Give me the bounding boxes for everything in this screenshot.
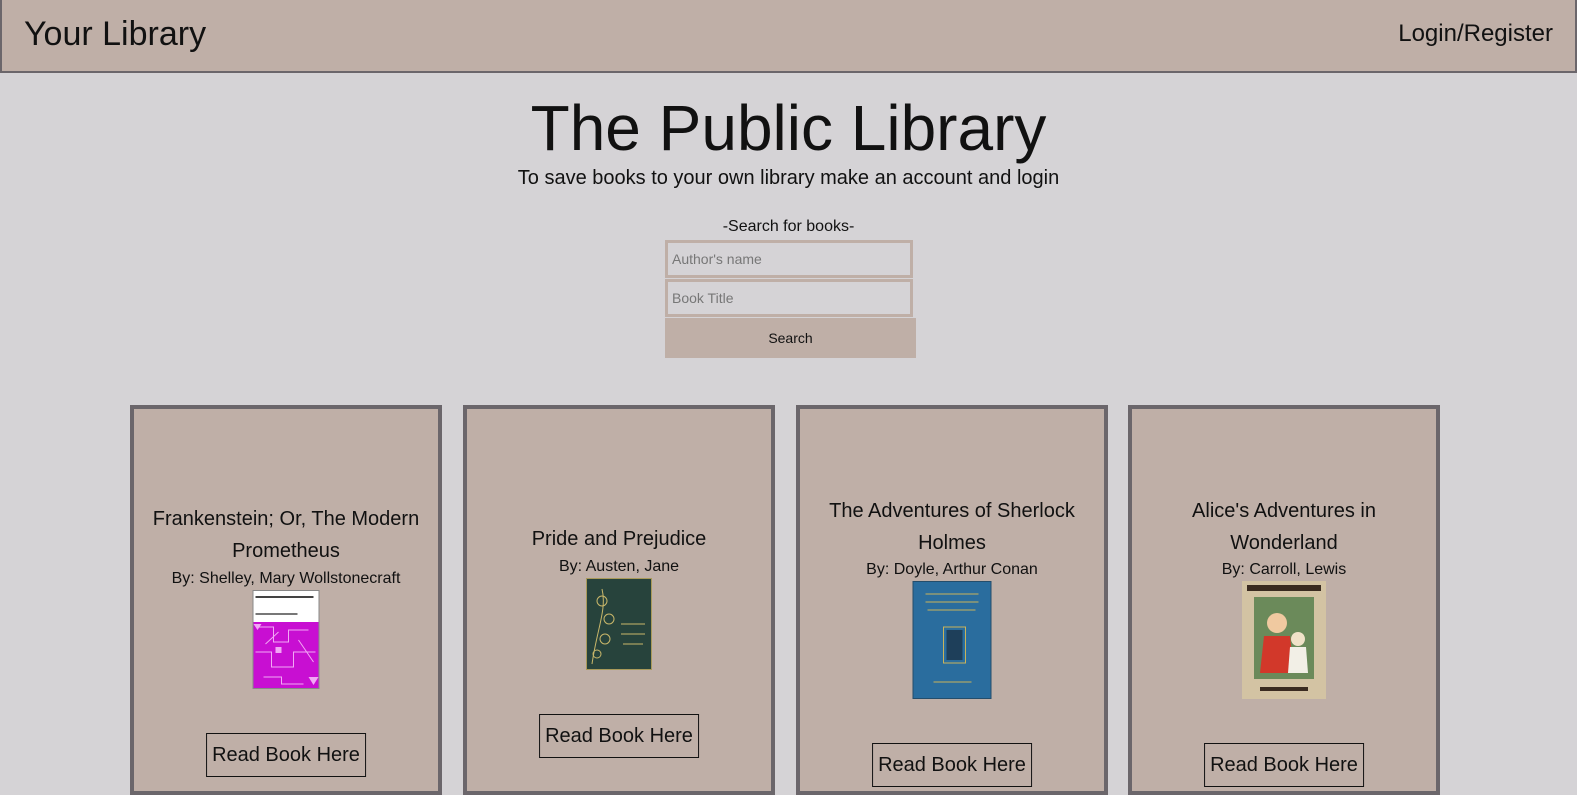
book-card: The Adventures of Sherlock Holmes By: Do… [796, 405, 1108, 795]
author-name-input[interactable] [665, 240, 913, 278]
cover-pattern-icon [253, 624, 319, 685]
search-button[interactable]: Search [665, 318, 916, 358]
read-book-button[interactable]: Read Book Here [1204, 743, 1364, 787]
sherlock-holmes-cover-image [912, 581, 992, 699]
book-author: By: Doyle, Arthur Conan [866, 561, 1038, 578]
book-card: Alice's Adventures in Wonderland By: Car… [1128, 405, 1440, 795]
page-title: The Public Library [530, 92, 1047, 164]
read-book-button[interactable]: Read Book Here [206, 733, 366, 777]
pride-and-prejudice-cover-image [586, 578, 652, 670]
brand-title[interactable]: Your Library [24, 15, 206, 53]
frankenstein-cover-image [252, 590, 320, 689]
book-author: By: Carroll, Lewis [1221, 561, 1347, 578]
book-title-input[interactable] [665, 279, 913, 317]
book-title: Alice's Adventures in Wonderland [1192, 500, 1376, 554]
page-subtitle: To save books to your own library make a… [517, 167, 1060, 189]
book-author: By: Austen, Jane [558, 558, 680, 575]
book-author: By: Shelley, Mary Wollstonecraft [171, 570, 401, 587]
book-title: Pride and Prejudice [531, 528, 707, 550]
alice-illustration-icon [1247, 585, 1321, 691]
top-nav-bar: Your Library Login/Register [0, 0, 1577, 73]
book-title: The Adventures of Sherlock Holmes [829, 500, 1075, 554]
sherlock-cover-art-icon [925, 593, 979, 683]
read-book-button[interactable]: Read Book Here [539, 714, 699, 758]
book-title: Frankenstein; Or, The Modern Prometheus [152, 508, 420, 562]
book-card: Pride and Prejudice By: Austen, Jane Rea… [463, 405, 775, 795]
book-card: Frankenstein; Or, The Modern Prometheus … [130, 405, 442, 795]
search-label: -Search for books- [722, 218, 855, 235]
login-register-link[interactable]: Login/Register [1398, 20, 1553, 48]
peacock-illustration-icon [591, 588, 645, 665]
read-book-button[interactable]: Read Book Here [872, 743, 1032, 787]
alice-in-wonderland-cover-image [1242, 581, 1326, 699]
